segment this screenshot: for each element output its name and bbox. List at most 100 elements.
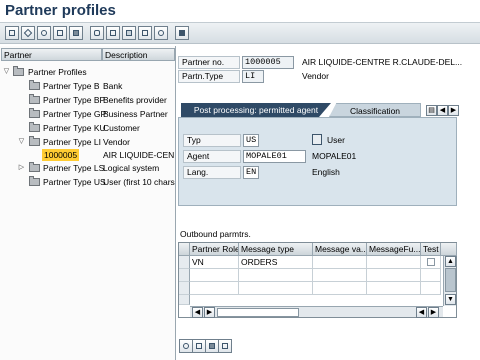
agent-label: Agent: [183, 150, 241, 163]
agent-description: MOPALE01: [312, 151, 357, 161]
row-selector[interactable]: [179, 295, 190, 305]
tree-node-partner-type-b[interactable]: Partner Type B Bank: [0, 80, 175, 92]
details-icon[interactable]: [192, 339, 206, 353]
empty-cell[interactable]: [190, 269, 239, 282]
folder-icon: [29, 136, 40, 146]
folder-icon: [29, 162, 40, 172]
empty-cell[interactable]: [190, 282, 239, 295]
partner-name: AIR LIQUIDE-CENTRE R.CLAUDE-DEL...: [302, 57, 463, 67]
scroll-thumb[interactable]: [445, 268, 456, 292]
help-icon[interactable]: [175, 26, 189, 40]
test-checkbox[interactable]: [427, 258, 435, 266]
tree-node-description: User (first 10 chars: [103, 177, 175, 187]
check-icon[interactable]: [90, 26, 104, 40]
tab-post-processing[interactable]: Post processing: permitted agent: [181, 103, 331, 117]
settings-icon[interactable]: [154, 26, 168, 40]
row-selector[interactable]: [179, 282, 190, 295]
collapse-icon[interactable]: ▽: [18, 138, 25, 145]
tree-node-label: Partner Type US: [43, 177, 106, 187]
scroll-right-end-icon[interactable]: ▶: [428, 307, 439, 318]
empty-cell[interactable]: [421, 282, 441, 295]
tree-node-partner-type-us[interactable]: Partner Type US User (first 10 chars: [0, 176, 175, 188]
empty-cell[interactable]: [367, 282, 421, 295]
edit-icon[interactable]: [21, 26, 35, 40]
scroll-left-icon[interactable]: ◀: [192, 307, 203, 318]
lang-description: English: [312, 167, 340, 177]
cell-message-variant[interactable]: [313, 256, 367, 269]
column-partner-role[interactable]: Partner Role: [190, 243, 239, 256]
display-icon[interactable]: [37, 26, 51, 40]
vertical-scrollbar[interactable]: ▲ ▼: [443, 256, 456, 306]
tree-node-partner-type-ku[interactable]: Partner Type KU Customer: [0, 122, 175, 134]
lang-field[interactable]: EN: [243, 166, 259, 179]
tree-column-partner[interactable]: Partner: [1, 48, 102, 61]
tree-node-label: Partner Type GP: [43, 109, 107, 119]
partn-type-label: Partn.Type: [178, 70, 240, 83]
scroll-up-icon[interactable]: ▲: [445, 256, 456, 267]
partn-type-field[interactable]: LI: [242, 70, 264, 83]
zoom-icon[interactable]: [179, 339, 193, 353]
tab-scroll-left-icon[interactable]: ◀: [437, 105, 448, 116]
tree-node-partner-type-bp[interactable]: Partner Type BP Benefits provider: [0, 94, 175, 106]
column-settings-icon[interactable]: [441, 243, 457, 256]
typ-description: User: [327, 135, 345, 145]
tab-classification[interactable]: Classification: [329, 103, 421, 117]
scroll-right-icon[interactable]: ▶: [204, 307, 215, 318]
column-test[interactable]: Test: [421, 243, 441, 256]
tree-node-root[interactable]: ▽ Partner Profiles: [0, 66, 175, 78]
tree-node-label: Partner Type LI: [43, 137, 101, 147]
empty-cell[interactable]: [239, 269, 313, 282]
collapse-icon[interactable]: ▽: [3, 68, 10, 75]
tab-panel-permitted-agent: Typ US User Agent MOPALE01 MOPALE01 Lang…: [178, 117, 457, 206]
delete-icon[interactable]: [69, 26, 83, 40]
new-icon[interactable]: [5, 26, 19, 40]
create-row-icon[interactable]: [205, 339, 219, 353]
empty-cell[interactable]: [313, 269, 367, 282]
delete-row-icon[interactable]: [218, 339, 232, 353]
typ-label: Typ: [183, 134, 241, 147]
agent-field[interactable]: MOPALE01: [243, 150, 306, 163]
table-toolbar: [179, 339, 239, 353]
cell-test: [421, 256, 441, 269]
scroll-down-icon[interactable]: ▼: [445, 294, 456, 305]
folder-icon: [29, 94, 40, 104]
typ-field[interactable]: US: [243, 134, 259, 147]
tree-column-description[interactable]: Description: [102, 48, 175, 61]
partner-no-field[interactable]: 1000005: [242, 56, 294, 69]
select-all-header[interactable]: [179, 243, 190, 256]
tab-list-icon[interactable]: ▤: [426, 105, 437, 116]
tree-node-description: Benefits provider: [103, 95, 167, 105]
tree-node-partner-1000005[interactable]: 1000005 AIR LIQUIDE-CEN: [0, 149, 175, 161]
horizontal-scrollbar[interactable]: ◀ ▶ ◀ ▶: [190, 306, 443, 318]
copy-icon[interactable]: [53, 26, 67, 40]
empty-cell[interactable]: [421, 269, 441, 282]
layout-icon[interactable]: [138, 26, 152, 40]
export-icon[interactable]: [122, 26, 136, 40]
empty-cell[interactable]: [367, 269, 421, 282]
print-icon[interactable]: [106, 26, 120, 40]
column-message-type[interactable]: Message type: [239, 243, 313, 256]
scroll-left-end-icon[interactable]: ◀: [416, 307, 427, 318]
column-message-variant[interactable]: Message va...: [313, 243, 367, 256]
cell-message-function[interactable]: [367, 256, 421, 269]
application-toolbar: [0, 22, 480, 44]
tree-node-partner-type-gp[interactable]: Partner Type GP Business Partner: [0, 108, 175, 120]
column-message-function[interactable]: MessageFu...: [367, 243, 421, 256]
row-selector[interactable]: [179, 269, 190, 282]
empty-cell[interactable]: [239, 282, 313, 295]
folder-icon: [13, 66, 24, 76]
cell-partner-role[interactable]: VN: [190, 256, 239, 269]
tree-node-partner-type-ls[interactable]: ▷ Partner Type LS Logical system: [0, 162, 175, 174]
tab-scroll-right-icon[interactable]: ▶: [448, 105, 459, 116]
partn-type-description: Vendor: [302, 71, 329, 81]
tree-node-description: Customer: [103, 123, 140, 133]
cell-message-type[interactable]: ORDERS: [239, 256, 313, 269]
scroll-thumb-horizontal[interactable]: [217, 308, 299, 317]
row-selector[interactable]: [179, 256, 190, 269]
window-title: Partner profiles: [5, 2, 116, 19]
title-bar: Partner profiles: [0, 0, 480, 22]
tree-node-partner-type-li[interactable]: ▽ Partner Type LI Vendor: [0, 136, 175, 148]
selected-partner-label: 1000005: [42, 149, 80, 161]
expand-icon[interactable]: ▷: [18, 164, 25, 171]
empty-cell[interactable]: [313, 282, 367, 295]
